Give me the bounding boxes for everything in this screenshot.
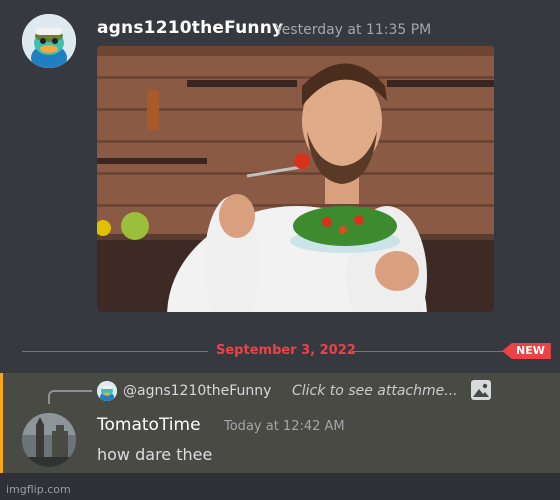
username[interactable]: agns1210theFunny — [97, 18, 283, 38]
image-icon[interactable] — [470, 379, 492, 401]
divider-line-left — [22, 351, 208, 352]
message-1: agns1210theFunny Yesterday at 11:35 PM — [0, 0, 560, 330]
date-divider: September 3, 2022 NEW — [22, 340, 551, 364]
reply-preview-link[interactable]: Click to see attachme... — [292, 383, 458, 399]
mention-highlight-bar — [0, 373, 3, 473]
reply-avatar[interactable] — [97, 381, 117, 401]
watermark: imgflip.com — [6, 483, 71, 496]
message-2: @agns1210theFunny Click to see attachme.… — [0, 373, 560, 473]
username[interactable]: TomatoTime — [97, 415, 201, 435]
reply-spine — [48, 390, 92, 404]
reply-username[interactable]: @agns1210theFunny — [123, 383, 271, 399]
new-badge: NEW — [502, 343, 551, 359]
divider-line-right — [352, 351, 514, 352]
user-avatar[interactable] — [22, 14, 76, 68]
watermark-bar: imgflip.com — [0, 473, 560, 500]
photo-attachment[interactable] — [97, 46, 494, 312]
timestamp: Yesterday at 11:35 PM — [275, 22, 432, 38]
divider-date: September 3, 2022 — [216, 343, 356, 358]
message-content: how dare thee — [97, 445, 213, 464]
timestamp: Today at 12:42 AM — [224, 419, 345, 434]
user-avatar[interactable] — [22, 413, 76, 467]
